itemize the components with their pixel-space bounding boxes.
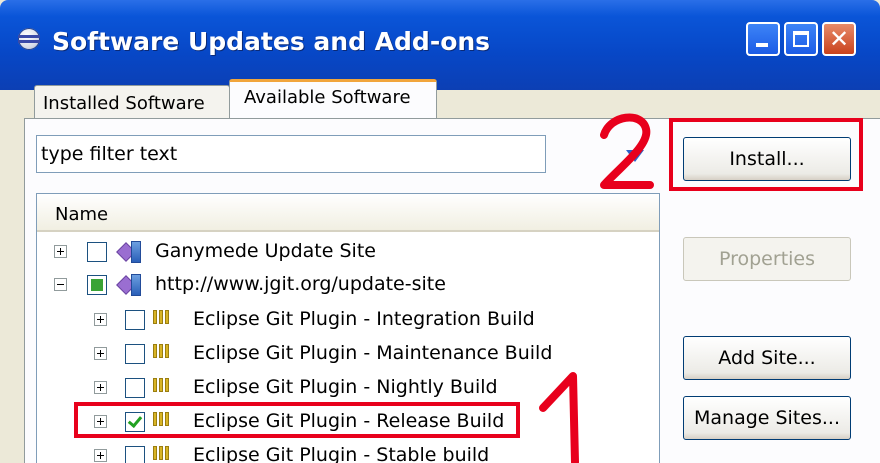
tree-row-label: http://www.jgit.org/update-site [155,273,446,295]
site-checkbox[interactable] [87,242,107,262]
tab-installed-software[interactable]: Installed Software [34,85,230,118]
window-title: Software Updates and Add-ons [52,27,491,56]
maximize-icon [793,31,809,47]
tree-row-maintenance-build[interactable]: Eclipse Git Plugin - Maintenance Build [37,340,657,370]
properties-button[interactable]: Properties [683,237,851,281]
annotation-release-highlight [74,402,520,438]
tree-row-label: Eclipse Git Plugin - Maintenance Build [193,342,553,364]
column-name-label: Name [55,204,109,225]
title-bar[interactable]: Software Updates and Add-ons ✕ [0,0,880,90]
tree-row-label: Ganymede Update Site [155,240,376,262]
minimize-icon [756,43,768,47]
feature-checkbox[interactable] [125,310,145,330]
expand-icon[interactable] [94,381,107,394]
expand-icon[interactable] [94,347,107,360]
tree-column-header[interactable]: Name [37,194,659,232]
close-icon: ✕ [828,25,850,53]
feature-checkbox[interactable] [125,446,145,463]
eclipse-app-icon [18,28,40,50]
tree-row-label: Eclipse Git Plugin - Nightly Build [193,376,498,398]
tree-row-label: Eclipse Git Plugin - Integration Build [193,308,535,330]
feature-icon [153,308,175,326]
feature-checkbox[interactable] [125,344,145,364]
annotation-install-highlight [669,118,863,191]
feature-icon [153,342,175,360]
update-site-icon [116,272,145,298]
tree-row-jgit-site[interactable]: http://www.jgit.org/update-site [37,271,657,301]
tree-row-integration-build[interactable]: Eclipse Git Plugin - Integration Build [37,306,657,336]
filter-input[interactable]: type filter text [36,135,546,173]
feature-icon [153,376,175,394]
close-button[interactable]: ✕ [822,22,856,56]
update-site-icon [116,239,145,265]
add-site-button[interactable]: Add Site... [683,336,851,380]
tree-row-label: Eclipse Git Plugin - Stable build [193,444,490,463]
tab-available-software[interactable]: Available Software [229,79,437,119]
tree-row-ganymede[interactable]: Ganymede Update Site [37,238,657,268]
annotation-step-two: 2 [600,113,654,189]
expand-icon[interactable] [54,245,67,258]
annotation-step-one: 1 [539,372,579,463]
manage-sites-button[interactable]: Manage Sites... [683,396,851,440]
collapse-icon[interactable] [54,278,67,291]
site-checkbox[interactable] [87,275,107,295]
expand-icon[interactable] [94,313,107,326]
feature-checkbox[interactable] [125,378,145,398]
maximize-button[interactable] [784,22,818,56]
expand-icon[interactable] [94,449,107,462]
minimize-button[interactable] [746,22,780,56]
feature-icon [153,444,175,462]
